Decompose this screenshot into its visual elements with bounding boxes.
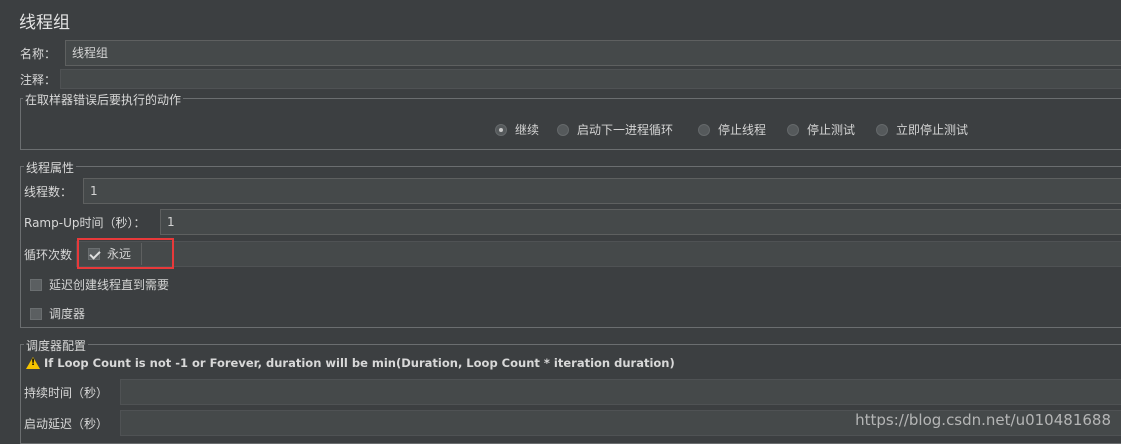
delay-label: 延迟创建线程直到需要 [49, 278, 170, 292]
duration-input[interactable] [120, 379, 1121, 405]
checkbox-icon [30, 307, 42, 320]
checkbox-icon [30, 278, 42, 291]
comment-input[interactable] [60, 69, 1121, 89]
page-title: 线程组 [19, 13, 70, 33]
name-label: 名称： [20, 47, 57, 61]
radio-stop-test[interactable]: 停止测试 [787, 121, 855, 138]
rampup-input[interactable]: 1 [160, 209, 1121, 235]
scheduler-config-legend: 调度器配置 [24, 337, 89, 354]
radio-stop-thread-label: 停止线程 [718, 123, 767, 137]
delay-checkbox[interactable]: 延迟创建线程直到需要 [30, 276, 169, 293]
radio-continue-label: 继续 [515, 123, 540, 137]
radio-stop-test-now[interactable]: 立即停止测试 [876, 121, 968, 138]
loop-count-label: 循环次数 [24, 248, 73, 262]
threads-input[interactable]: 1 [83, 178, 1121, 204]
radio-continue[interactable]: 继续 [495, 121, 539, 138]
threads-label: 线程数： [24, 185, 73, 199]
comment-label: 注释： [20, 73, 57, 87]
duration-label: 持续时间（秒） [24, 386, 109, 400]
scheduler-checkbox[interactable]: 调度器 [30, 305, 85, 322]
radio-start-next-loop[interactable]: 启动下一进程循环 [557, 121, 673, 138]
thread-props-legend: 线程属性 [24, 159, 77, 176]
rampup-label: Ramp-Up时间（秒）： [24, 216, 146, 230]
warning-icon: ! [26, 357, 40, 369]
radio-start-next-loop-label: 启动下一进程循环 [577, 123, 674, 137]
radio-stop-test-now-label: 立即停止测试 [896, 123, 969, 137]
name-input[interactable]: 线程组 [65, 40, 1121, 66]
radio-dot-icon [787, 123, 799, 136]
highlight-box [77, 238, 174, 269]
startup-delay-label: 启动延迟（秒） [24, 417, 109, 431]
warning-text: If Loop Count is not -1 or Forever, dura… [44, 356, 675, 370]
watermark-text: https://blog.csdn.net/u010481688 [855, 411, 1111, 429]
loop-count-input[interactable] [76, 241, 1121, 267]
radio-dot-icon [876, 123, 888, 136]
error-action-legend: 在取样器错误后要执行的动作 [23, 91, 184, 108]
radio-dot-icon [698, 123, 710, 136]
scheduler-label: 调度器 [49, 307, 86, 321]
radio-stop-test-label: 停止测试 [807, 123, 856, 137]
warning-row: ! If Loop Count is not -1 or Forever, du… [26, 356, 675, 370]
radio-dot-icon [557, 123, 569, 136]
radio-stop-thread[interactable]: 停止线程 [698, 121, 766, 138]
radio-dot-icon [495, 123, 507, 136]
